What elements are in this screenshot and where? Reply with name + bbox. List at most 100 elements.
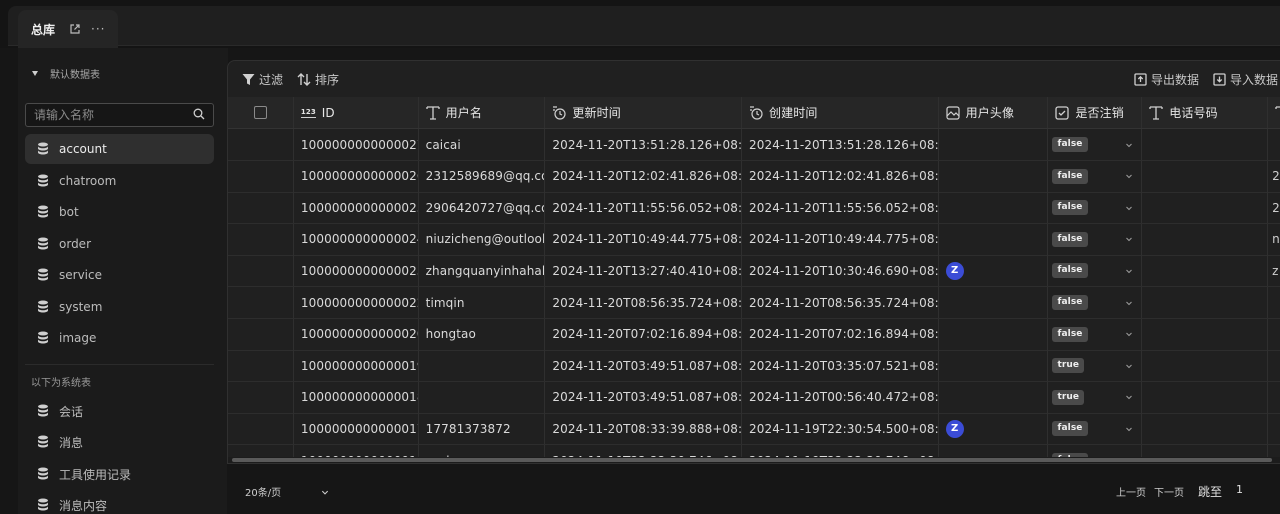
updated-time-cell[interactable]: 2024-11-20T10:49:44.775+08:00 xyxy=(545,223,743,255)
id-cell[interactable]: 1000000000000022 xyxy=(294,287,419,318)
chevron-down-icon[interactable] xyxy=(321,488,329,496)
row-select-cell[interactable] xyxy=(228,192,294,224)
avatar-cell[interactable] xyxy=(939,381,1049,413)
table-row[interactable]: 1000000000000020 hongtao 2024-11-20T07:02:… xyxy=(228,318,1280,351)
created-time-cell[interactable]: 2024-11-20T10:30:46.690+08:00 xyxy=(742,255,939,287)
table-row[interactable]: 1000000000000023zhangquanyinhahaha@2024-… xyxy=(228,255,1280,288)
avatar-cell[interactable] xyxy=(939,350,1049,382)
sidebar-item-order[interactable]: order xyxy=(25,229,214,259)
table-row[interactable]: 10000000000000262312589689@qq.com2024-11… xyxy=(228,160,1280,193)
more-options-icon[interactable]: ··· xyxy=(91,23,105,35)
updated-time-cell[interactable]: 2024-11-20T13:51:28.126+08:00 xyxy=(545,129,743,160)
table-search[interactable] xyxy=(25,103,214,127)
chevron-down-icon[interactable] xyxy=(1125,235,1133,243)
table-row[interactable]: 1000000000000019 2024-11-20T03:49:51.087+… xyxy=(228,350,1280,383)
truncated-cell[interactable] xyxy=(1268,319,1280,350)
search-input[interactable] xyxy=(34,108,193,122)
username-cell[interactable]: 2312589689@qq.com xyxy=(419,160,546,192)
deleted-cell[interactable]: false xyxy=(1048,192,1143,224)
row-select-cell[interactable] xyxy=(228,287,294,318)
sidebar-item-chatroom[interactable]: chatroom xyxy=(25,166,214,196)
username-cell[interactable]: zhangquanyinhahaha@ xyxy=(419,255,546,287)
avatar-cell[interactable] xyxy=(939,129,1049,160)
chevron-down-icon[interactable] xyxy=(1125,204,1133,212)
sidebar-item-account[interactable]: account xyxy=(25,134,214,164)
truncated-cell[interactable]: n xyxy=(1268,224,1280,255)
row-select-cell[interactable] xyxy=(228,318,294,350)
external-link-icon[interactable] xyxy=(69,23,81,35)
table-row[interactable]: 1000000000000017 17781373872 2024-11-20T08… xyxy=(228,413,1280,446)
chevron-down-icon[interactable] xyxy=(1125,141,1133,149)
row-select-cell[interactable] xyxy=(228,381,294,413)
column-header-avatar[interactable]: 用户头像 xyxy=(939,97,1049,128)
created-time-cell[interactable]: 2024-11-20T03:35:07.521+08:00 xyxy=(742,350,939,382)
created-time-cell[interactable]: 2024-11-19T22:30:54.500+08:00 xyxy=(742,413,939,445)
id-cell[interactable]: 1000000000000017 xyxy=(294,413,419,445)
select-all-checkbox[interactable] xyxy=(253,106,267,119)
column-header-created-time[interactable]: 创建时间 xyxy=(742,97,939,128)
horizontal-scrollbar[interactable] xyxy=(228,457,1280,463)
table-row[interactable]: 10000000000000252906420727@qq.com2024-11… xyxy=(228,192,1280,225)
sidebar-item-message[interactable]: 消息 xyxy=(25,427,214,457)
column-header-id[interactable]: 123 ID xyxy=(294,97,419,128)
table-row[interactable]: 1000000000000018 2024-11-20T03:49:51.087+… xyxy=(228,381,1280,414)
id-cell[interactable]: 1000000000000024 xyxy=(294,223,419,255)
id-cell[interactable]: 1000000000000018 xyxy=(294,381,419,413)
created-time-cell[interactable]: 2024-11-20T13:51:28.126+08:00 xyxy=(742,129,939,160)
phone-cell[interactable] xyxy=(1142,160,1269,192)
column-header-truncated[interactable] xyxy=(1268,97,1280,128)
id-cell[interactable]: 1000000000000025 xyxy=(294,192,419,224)
avatar-cell[interactable] xyxy=(939,223,1049,255)
deleted-cell[interactable]: false xyxy=(1048,160,1143,192)
username-cell[interactable]: hongtao xyxy=(419,318,546,350)
username-cell[interactable] xyxy=(419,350,546,382)
updated-time-cell[interactable]: 2024-11-20T12:02:41.826+08:00 xyxy=(545,160,743,192)
truncated-cell[interactable]: z xyxy=(1268,255,1280,286)
updated-time-cell[interactable]: 2024-11-20T13:27:40.410+08:00 xyxy=(545,255,743,287)
column-header-username[interactable]: 用户名 xyxy=(419,97,546,128)
phone-cell[interactable] xyxy=(1142,129,1269,160)
column-header-updated-time[interactable]: 更新时间 xyxy=(545,97,743,128)
updated-time-cell[interactable]: 2024-11-20T11:55:56.052+08:00 xyxy=(545,192,743,224)
deleted-cell[interactable]: true xyxy=(1048,350,1143,382)
row-select-cell[interactable] xyxy=(228,223,294,255)
prev-page-button[interactable]: 上一页 xyxy=(1116,484,1146,499)
scrollbar-thumb[interactable] xyxy=(232,458,1272,462)
export-data-button[interactable]: 导出数据 xyxy=(1134,71,1199,88)
truncated-cell[interactable] xyxy=(1268,413,1280,444)
avatar-cell[interactable] xyxy=(939,160,1049,192)
id-cell[interactable]: 1000000000000026 xyxy=(294,160,419,192)
phone-cell[interactable] xyxy=(1142,192,1269,224)
created-time-cell[interactable]: 2024-11-20T12:02:41.826+08:00 xyxy=(742,160,939,192)
sidebar-item-message-content[interactable]: 消息内容 xyxy=(25,490,214,514)
search-icon[interactable] xyxy=(193,108,205,123)
updated-time-cell[interactable]: 2024-11-20T08:33:39.888+08:00 xyxy=(545,413,743,445)
tab-main-library[interactable]: 总库 ··· xyxy=(18,10,118,48)
created-time-cell[interactable]: 2024-11-20T07:02:16.894+08:00 xyxy=(742,318,939,350)
sidebar-item-tool-usage[interactable]: 工具使用记录 xyxy=(25,459,214,489)
table-row[interactable]: 1000000000000024niuzicheng@outlook.c2024… xyxy=(228,223,1280,256)
page-size-select[interactable]: 20条/页 xyxy=(245,484,329,499)
phone-cell[interactable] xyxy=(1142,318,1269,350)
column-header-phone[interactable]: 电话号码 xyxy=(1142,97,1269,128)
truncated-cell[interactable] xyxy=(1268,350,1280,381)
phone-cell[interactable] xyxy=(1142,413,1269,445)
id-cell[interactable]: 1000000000000027 xyxy=(294,129,419,160)
phone-cell[interactable] xyxy=(1142,287,1269,318)
avatar-cell[interactable]: Z xyxy=(939,255,1049,287)
chevron-down-icon[interactable] xyxy=(1125,299,1133,307)
avatar[interactable]: Z xyxy=(945,419,964,438)
truncated-cell[interactable] xyxy=(1268,287,1280,318)
table-row[interactable]: 1000000000000027 caicai 2024-11-20T13:51:2… xyxy=(228,129,1280,161)
chevron-down-icon[interactable] xyxy=(1125,172,1133,180)
row-select-cell[interactable] xyxy=(228,350,294,382)
truncated-cell[interactable]: 2 xyxy=(1268,161,1280,192)
avatar-cell[interactable] xyxy=(939,318,1049,350)
username-cell[interactable]: caicai xyxy=(419,129,546,160)
deleted-cell[interactable]: false xyxy=(1048,255,1143,287)
phone-cell[interactable] xyxy=(1142,350,1269,382)
filter-button[interactable]: 过滤 xyxy=(242,71,283,88)
username-cell[interactable]: 17781373872 xyxy=(419,413,546,445)
chevron-down-icon[interactable] xyxy=(1125,425,1133,433)
phone-cell[interactable] xyxy=(1142,255,1269,287)
